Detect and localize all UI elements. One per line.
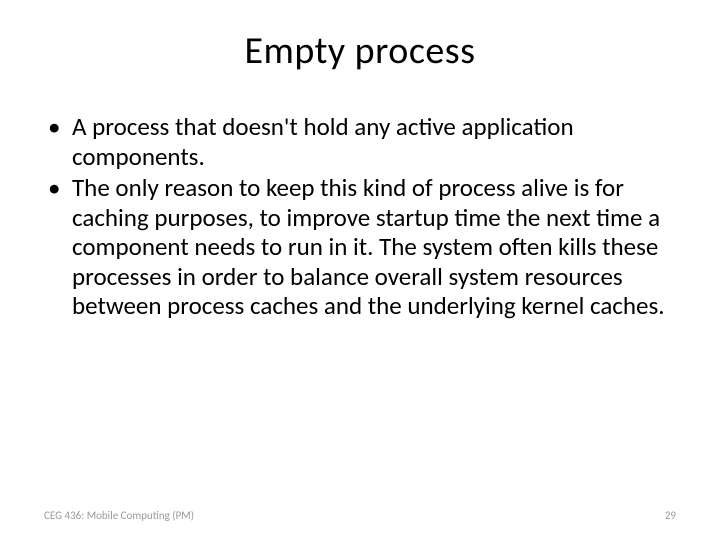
slide: Empty process A process that doesn't hol… — [0, 0, 720, 540]
footer-page-number: 29 — [665, 509, 676, 522]
bullet-item: A process that doesn't hold any active a… — [44, 112, 676, 171]
slide-footer: CEG 436: Mobile Computing (PM) 29 — [44, 509, 676, 522]
footer-course: CEG 436: Mobile Computing (PM) — [44, 509, 194, 522]
bullet-item: The only reason to keep this kind of pro… — [44, 173, 676, 321]
slide-body: A process that doesn't hold any active a… — [44, 112, 676, 321]
slide-title: Empty process — [44, 28, 676, 74]
bullet-text: A process that doesn't hold any active a… — [72, 111, 574, 172]
bullet-list: A process that doesn't hold any active a… — [44, 112, 676, 321]
bullet-text: The only reason to keep this kind of pro… — [72, 172, 665, 321]
